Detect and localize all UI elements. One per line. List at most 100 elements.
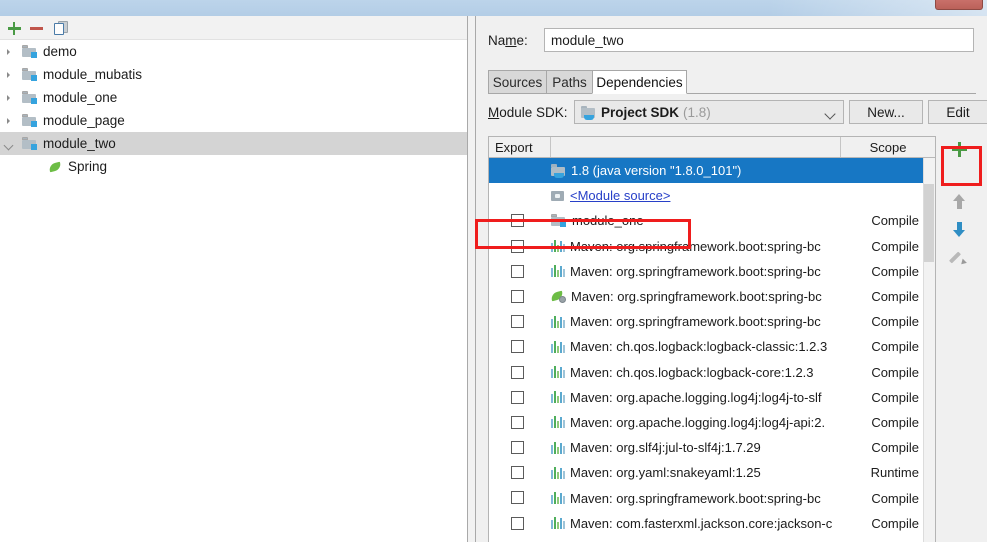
export-checkbox[interactable] (511, 264, 524, 278)
module-name-row: Name: (488, 28, 976, 54)
row-scope[interactable]: Compile (841, 491, 919, 506)
table-row[interactable]: Maven: ch.qos.logback:logback-core:1.2.3… (489, 360, 935, 385)
column-header-name[interactable] (551, 137, 841, 157)
plus-icon (951, 141, 967, 157)
tree-item-module-one[interactable]: module_one (0, 86, 467, 109)
table-row[interactable]: <Module source> (489, 183, 935, 208)
row-scope[interactable]: Compile (841, 390, 919, 405)
chevron-right-icon[interactable] (7, 95, 10, 101)
remove-module-button[interactable] (26, 19, 46, 38)
module-sdk-combobox[interactable]: Project SDK (1.8) (574, 100, 844, 124)
edit-sdk-button[interactable]: Edit (928, 100, 987, 124)
tree-item-spring[interactable]: Spring (0, 155, 467, 178)
table-row[interactable]: Maven: org.springframework.boot:spring-b… (489, 309, 935, 334)
row-label: Maven: org.springframework.boot:spring-b… (551, 289, 837, 304)
dependencies-table-header: Export Scope (489, 137, 935, 158)
table-scrollbar[interactable] (923, 158, 935, 542)
tree-item-demo[interactable]: demo (0, 40, 467, 63)
table-row[interactable]: 1.8 (java version "1.8.0_101") (489, 158, 935, 184)
modules-tree[interactable]: demo module_mubatis module_one module_pa… (0, 40, 467, 178)
export-checkbox[interactable] (511, 315, 524, 329)
module-name-input[interactable] (544, 28, 974, 52)
plus-icon (7, 22, 21, 35)
row-scope[interactable]: Compile (841, 415, 919, 430)
close-button[interactable] (935, 0, 983, 10)
chevron-down-icon[interactable] (3, 140, 14, 151)
export-checkbox[interactable] (511, 390, 524, 404)
window-title-bar (0, 0, 987, 16)
export-checkbox[interactable] (511, 340, 524, 354)
table-row[interactable]: Maven: org.springframework.boot:spring-b… (489, 259, 935, 284)
row-scope[interactable]: Compile (841, 213, 919, 228)
row-scope[interactable]: Compile (841, 365, 919, 380)
row-text: Maven: org.apache.logging.log4j:log4j-to… (570, 389, 822, 405)
row-scope[interactable]: Compile (841, 440, 919, 455)
chevron-right-icon[interactable] (7, 72, 10, 78)
table-row[interactable]: Maven: com.fasterxml.jackson.core:jackso… (489, 511, 935, 536)
arrow-down-icon (953, 221, 965, 237)
row-text[interactable]: <Module source> (570, 188, 670, 203)
module-tabs: Sources Paths Dependencies (488, 70, 976, 94)
column-header-scope[interactable]: Scope (841, 137, 935, 157)
move-down-button[interactable] (944, 216, 974, 242)
row-scope[interactable]: Compile (841, 239, 919, 254)
table-row[interactable]: Maven: org.apache.logging.log4j:log4j-ap… (489, 410, 935, 435)
export-checkbox[interactable] (511, 516, 524, 530)
tree-item-module-page[interactable]: module_page (0, 109, 467, 132)
panel-splitter[interactable] (468, 16, 942, 542)
export-checkbox[interactable] (511, 239, 524, 253)
add-module-button[interactable] (4, 19, 24, 38)
module-sdk-row: Module SDK: Project SDK (1.8) New... Edi… (488, 100, 987, 126)
tab-dependencies[interactable]: Dependencies (592, 70, 687, 94)
export-checkbox[interactable] (511, 214, 524, 228)
row-scope[interactable]: Runtime (841, 465, 919, 480)
table-row[interactable]: Maven: org.springframework.boot:spring-b… (489, 234, 935, 259)
row-text: module_one (572, 213, 644, 229)
export-checkbox[interactable] (511, 365, 524, 379)
row-scope[interactable]: Compile (841, 516, 919, 531)
row-label: Maven: org.apache.logging.log4j:log4j-ap… (551, 415, 837, 430)
row-scope[interactable]: Compile (841, 264, 919, 279)
table-row[interactable]: Maven: org.springframework.boot:spring-b… (489, 485, 935, 510)
chevron-right-icon[interactable] (7, 49, 10, 55)
table-scrollbar-thumb[interactable] (924, 184, 934, 262)
row-label: module_one (551, 213, 837, 228)
row-scope[interactable]: Compile (841, 289, 919, 304)
export-checkbox[interactable] (511, 466, 524, 480)
dependencies-table: Export Scope 1.8 (java version "1.8.0_10… (488, 136, 936, 542)
row-text: Maven: org.springframework.boot:spring-b… (570, 490, 821, 506)
row-label: Maven: org.springframework.boot:spring-b… (551, 314, 837, 329)
export-checkbox[interactable] (511, 491, 524, 505)
new-sdk-button[interactable]: New... (849, 100, 923, 124)
export-checkbox[interactable] (511, 415, 524, 429)
tab-sources[interactable]: Sources (488, 70, 547, 94)
table-row[interactable]: module_one Compile (489, 208, 935, 233)
table-row[interactable]: Maven: ch.qos.logback:logback-classic:1.… (489, 334, 935, 359)
copy-module-button[interactable] (51, 19, 71, 38)
export-checkbox[interactable] (511, 289, 524, 303)
jar-icon (551, 340, 565, 353)
table-row[interactable]: Maven: org.slf4j:jul-to-slf4j:1.7.29 Com… (489, 435, 935, 460)
edit-dependency-button[interactable] (944, 244, 974, 270)
add-dependency-button[interactable] (944, 136, 974, 162)
module-sdk-version: (1.8) (683, 104, 711, 120)
column-header-export[interactable]: Export (489, 137, 551, 157)
table-row[interactable]: Maven: org.springframework.boot:spring-b… (489, 284, 935, 309)
chevron-down-icon[interactable] (824, 108, 836, 120)
table-row[interactable]: Maven: org.apache.logging.log4j:log4j-to… (489, 385, 935, 410)
row-scope[interactable]: Compile (841, 314, 919, 329)
sdk-folder-icon (581, 105, 596, 120)
move-up-button[interactable] (944, 188, 974, 214)
tab-paths[interactable]: Paths (546, 70, 593, 94)
tree-item-module-mubatis[interactable]: module_mubatis (0, 63, 467, 86)
tree-item-label: module_page (43, 113, 125, 128)
tree-item-module-two[interactable]: module_two (0, 132, 467, 155)
export-checkbox[interactable] (511, 441, 524, 455)
row-label: Maven: com.fasterxml.jackson.core:jackso… (551, 516, 837, 531)
module-folder-icon (22, 137, 37, 150)
module-folder-icon (551, 214, 566, 228)
row-label: Maven: org.slf4j:jul-to-slf4j:1.7.29 (551, 440, 837, 455)
table-row[interactable]: Maven: org.yaml:snakeyaml:1.25 Runtime (489, 460, 935, 485)
chevron-right-icon[interactable] (7, 118, 10, 124)
row-scope[interactable]: Compile (841, 339, 919, 354)
